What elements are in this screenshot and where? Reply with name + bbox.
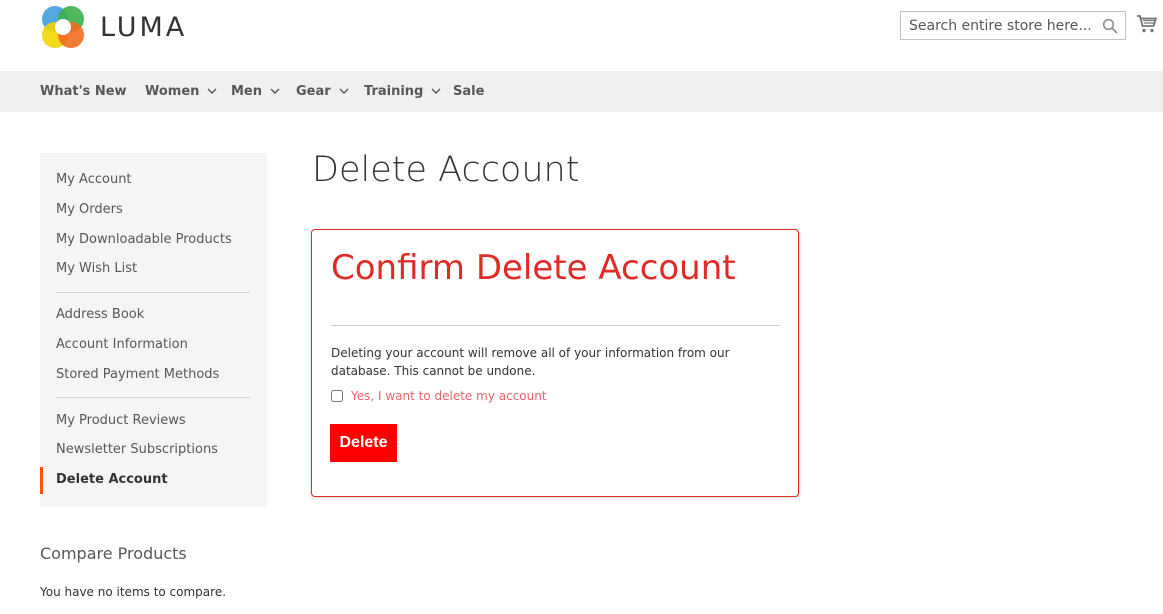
nav-item-women[interactable]: Women	[145, 71, 217, 112]
nav-item-label: What's New	[40, 84, 127, 99]
sidebar-item-account-information[interactable]: Account Information	[56, 337, 188, 352]
sidebar-item-newsletter-subscriptions[interactable]: Newsletter Subscriptions	[56, 442, 218, 457]
nav-item-label: Gear	[296, 84, 331, 99]
main-navigation: What's New Women Men Gear Training Sale	[0, 71, 1163, 112]
sidebar-item-downloadable-products[interactable]: My Downloadable Products	[56, 232, 232, 247]
sidebar-item-my-account[interactable]: My Account	[56, 172, 132, 187]
compare-empty-text: You have no items to compare.	[40, 585, 227, 599]
confirm-delete-row[interactable]: Yes, I want to delete my account	[331, 389, 547, 403]
search-box	[900, 11, 1126, 40]
nav-item-gear[interactable]: Gear	[296, 71, 349, 112]
confirm-delete-label[interactable]: Yes, I want to delete my account	[351, 389, 547, 403]
panel-divider	[331, 325, 780, 326]
chevron-down-icon	[270, 88, 280, 94]
sidebar-item-product-reviews[interactable]: My Product Reviews	[56, 413, 186, 428]
site-header: LUMA	[0, 0, 1163, 71]
panel-title: Confirm Delete Account	[331, 248, 736, 288]
search-input[interactable]	[901, 12, 1091, 39]
sidebar-divider	[56, 292, 250, 293]
sidebar-item-stored-payment-methods[interactable]: Stored Payment Methods	[56, 367, 219, 382]
active-item-marker	[40, 467, 43, 494]
confirm-delete-panel: Confirm Delete Account Deleting your acc…	[311, 229, 799, 497]
store-logo[interactable]: LUMA	[40, 4, 187, 50]
nav-item-label: Men	[231, 84, 263, 99]
nav-item-label: Sale	[453, 84, 485, 99]
nav-item-label: Training	[364, 84, 424, 99]
nav-item-whats-new[interactable]: What's New	[40, 71, 127, 112]
nav-item-label: Women	[145, 84, 200, 99]
delete-button[interactable]: Delete	[330, 424, 397, 462]
delete-warning-text: Deleting your account will remove all of…	[331, 346, 730, 378]
account-sidebar: My Account My Orders My Downloadable Pro…	[40, 153, 267, 507]
cart-icon[interactable]	[1136, 14, 1158, 34]
chevron-down-icon	[431, 88, 441, 94]
sidebar-item-wish-list[interactable]: My Wish List	[56, 261, 137, 276]
sidebar-item-my-orders[interactable]: My Orders	[56, 202, 123, 217]
nav-item-training[interactable]: Training	[364, 71, 441, 112]
chevron-down-icon	[207, 88, 217, 94]
sidebar-item-address-book[interactable]: Address Book	[56, 307, 144, 322]
chevron-down-icon	[339, 88, 349, 94]
page-title: Delete Account	[312, 150, 580, 190]
nav-item-men[interactable]: Men	[231, 71, 280, 112]
search-icon[interactable]	[1102, 18, 1118, 34]
nav-item-sale[interactable]: Sale	[453, 71, 484, 112]
brand-name: LUMA	[100, 11, 188, 43]
luma-logo-icon	[42, 6, 84, 48]
confirm-delete-checkbox[interactable]	[331, 390, 343, 402]
compare-products-title: Compare Products	[40, 544, 187, 563]
sidebar-item-delete-account[interactable]: Delete Account	[56, 472, 168, 487]
sidebar-divider	[56, 397, 250, 398]
